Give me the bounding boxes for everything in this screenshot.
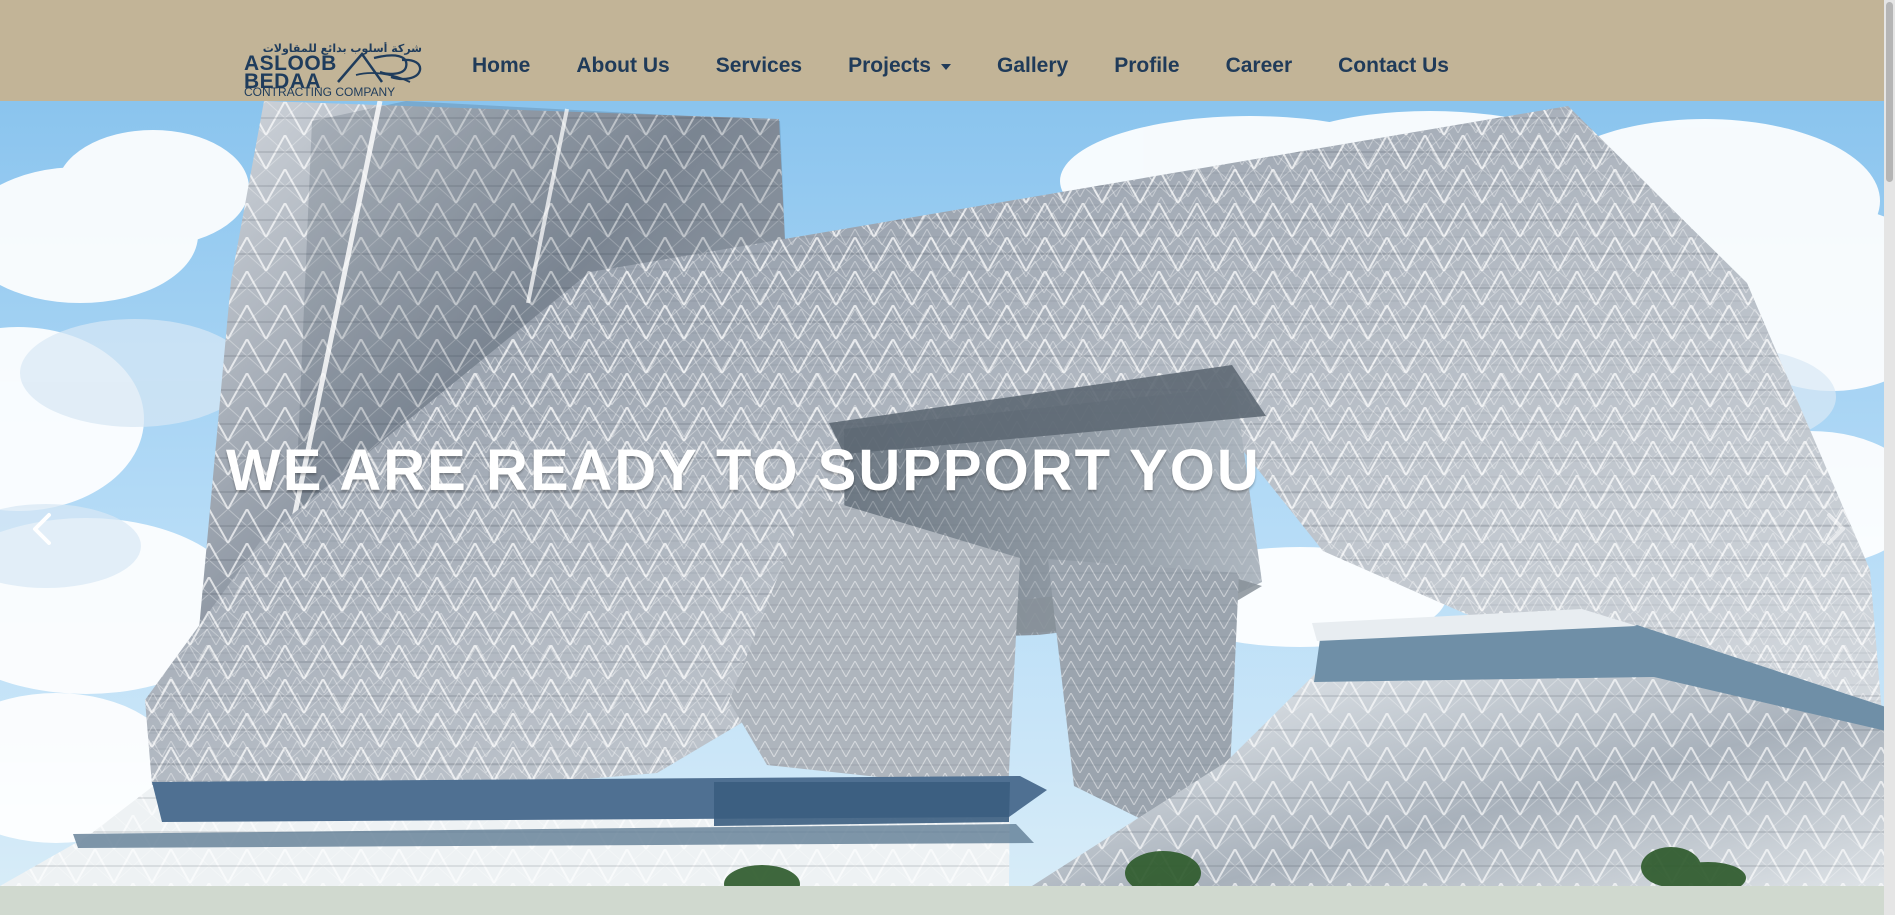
nav-projects-dropdown[interactable]: Projects [848,52,951,80]
abc-logo-mark-icon [337,51,422,83]
site-header: شركة أسلوب بدائع للمقاولات ASLOOB BEDAA … [0,0,1895,101]
nav-gallery[interactable]: Gallery [997,52,1068,80]
carousel-previous-button[interactable] [26,510,60,548]
nav-services-label: Services [715,54,803,77]
nav-contact-us-label: Contact Us [1338,54,1449,77]
carousel-next-button[interactable] [1818,510,1852,548]
nav-services[interactable]: Services [716,52,802,80]
hero-carousel: WE ARE READY TO SUPPORT YOU [0,101,1895,886]
main-navigation: Home About Us Services Projects Gallery … [472,52,1449,80]
nav-career[interactable]: Career [1226,52,1293,80]
chevron-down-icon [940,64,951,70]
nav-home-label: Home [472,54,531,77]
nav-about-us[interactable]: About Us [576,52,669,80]
nav-projects-label: Projects [848,54,931,77]
nav-about-us-label: About Us [576,54,670,77]
nav-career-label: Career [1225,54,1293,77]
nav-gallery-label: Gallery [996,54,1069,77]
logo-line-contracting-company: CONTRACTING COMPANY [244,85,396,99]
hero-headline: WE ARE READY TO SUPPORT YOU [226,438,1261,503]
chevron-right-icon [1827,513,1845,545]
nav-profile-label: Profile [1114,54,1180,77]
logo[interactable]: شركة أسلوب بدائع للمقاولات ASLOOB BEDAA … [244,42,422,99]
chevron-left-icon [33,513,51,545]
vertical-scrollbar[interactable] [1884,0,1895,915]
nav-home[interactable]: Home [472,52,530,80]
scrollbar-thumb[interactable] [1886,2,1893,182]
page: شركة أسلوب بدائع للمقاولات ASLOOB BEDAA … [0,0,1895,915]
nav-profile[interactable]: Profile [1114,52,1179,80]
section-divider-strip [0,886,1895,915]
nav-contact-us[interactable]: Contact Us [1338,52,1449,80]
